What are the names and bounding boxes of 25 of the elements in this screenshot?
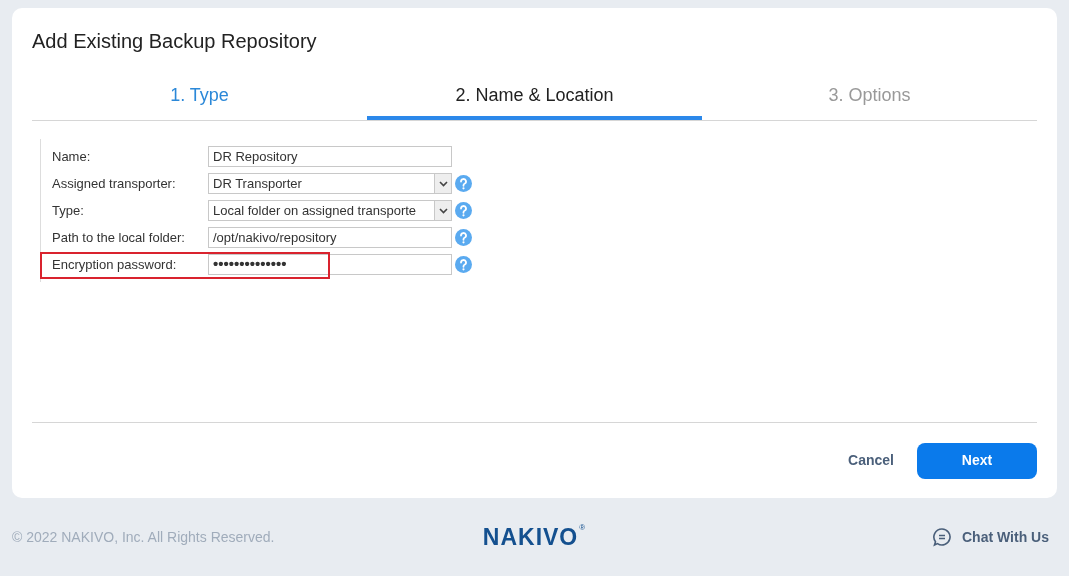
- field-label: Assigned transporter:: [52, 174, 177, 193]
- field-label: Name:: [52, 147, 92, 166]
- help-icon[interactable]: [455, 175, 472, 192]
- field-label: Path to the local folder:: [52, 228, 186, 247]
- field-label: Encryption password:: [52, 255, 178, 274]
- chat-link[interactable]: Chat With Us: [757, 526, 1057, 548]
- password-field[interactable]: ••••••••••••••: [208, 254, 452, 275]
- step-tab[interactable]: 1. Type: [32, 75, 367, 120]
- next-button[interactable]: Next: [917, 442, 1037, 479]
- help-icon[interactable]: [455, 256, 472, 273]
- logo: NAKIVO®: [482, 521, 587, 552]
- copyright-text: © 2022 NAKIVO, Inc. All Rights Reserved.: [12, 527, 276, 547]
- help-icon[interactable]: [455, 202, 472, 219]
- dropdown-field[interactable]: DR Transporter: [208, 173, 452, 194]
- dialog-title: Add Existing Backup Repository: [32, 29, 318, 53]
- caret-icon: [438, 180, 448, 187]
- caret-icon: [438, 207, 448, 214]
- help-icon[interactable]: [455, 229, 472, 246]
- field-label: Type:: [52, 201, 85, 220]
- dropdown-field[interactable]: Local folder on assigned transporte: [208, 200, 452, 221]
- text-field[interactable]: DR Repository: [208, 146, 452, 167]
- step-tab[interactable]: 2. Name & Location: [367, 75, 702, 120]
- chat-icon: [932, 527, 952, 547]
- cancel-button[interactable]: Cancel: [846, 450, 896, 471]
- text-field[interactable]: /opt/nakivo/repository: [208, 227, 452, 248]
